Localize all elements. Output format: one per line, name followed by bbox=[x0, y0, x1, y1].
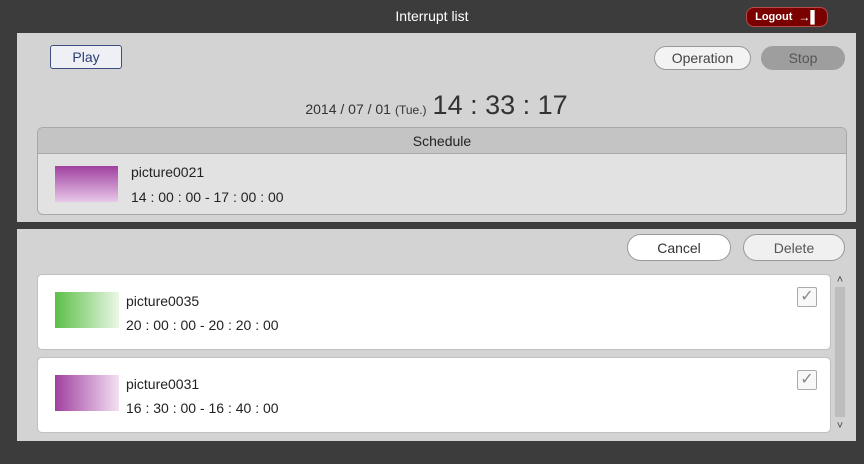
chevron-up-icon[interactable]: ˄ bbox=[832, 273, 848, 287]
clock-date: 2014 / 07 / 01 bbox=[305, 101, 391, 117]
item-name: picture0031 bbox=[126, 376, 200, 392]
operation-button[interactable]: Operation bbox=[654, 46, 751, 70]
delete-button[interactable]: Delete bbox=[743, 234, 845, 261]
title-bar: Interrupt list Logout →▌ bbox=[0, 0, 864, 32]
schedule-box: Schedule picture0021 14 : 00 : 00 - 17 :… bbox=[37, 127, 847, 215]
logout-icon: →▌ bbox=[798, 10, 819, 24]
clock-weekday: (Tue.) bbox=[394, 103, 427, 117]
schedule-item-time: 14 : 00 : 00 - 17 : 00 : 00 bbox=[131, 189, 284, 205]
logout-label: Logout bbox=[755, 11, 793, 23]
schedule-header: Schedule bbox=[38, 128, 846, 154]
cancel-button[interactable]: Cancel bbox=[627, 234, 731, 261]
list-item[interactable]: picture0031 16 : 30 : 00 - 16 : 40 : 00 … bbox=[37, 357, 831, 433]
stop-button[interactable]: Stop bbox=[761, 46, 845, 70]
item-time: 20 : 00 : 00 - 20 : 20 : 00 bbox=[126, 317, 279, 333]
list-item[interactable]: picture0035 20 : 00 : 00 - 20 : 20 : 00 … bbox=[37, 274, 831, 350]
check-icon: ✓ bbox=[800, 288, 814, 305]
item-time: 16 : 30 : 00 - 16 : 40 : 00 bbox=[126, 400, 279, 416]
clock-display: 2014 / 07 / 01 (Tue.) 14 : 33 : 17 bbox=[17, 90, 856, 121]
schedule-thumbnail bbox=[55, 166, 118, 202]
clock-time: 14 : 33 : 17 bbox=[432, 90, 568, 120]
item-thumbnail bbox=[55, 375, 119, 411]
item-name: picture0035 bbox=[126, 293, 200, 309]
logout-button[interactable]: Logout →▌ bbox=[746, 7, 828, 27]
play-button[interactable]: Play bbox=[50, 45, 122, 69]
schedule-item-name: picture0021 bbox=[131, 164, 205, 180]
interrupt-list-panel: Cancel Delete picture0035 20 : 00 : 00 -… bbox=[17, 229, 856, 441]
item-checkbox[interactable]: ✓ bbox=[797, 370, 817, 390]
item-checkbox[interactable]: ✓ bbox=[797, 287, 817, 307]
list-scrollbar[interactable]: ˄ ˅ bbox=[832, 273, 848, 433]
chevron-down-icon[interactable]: ˅ bbox=[832, 419, 848, 433]
item-thumbnail bbox=[55, 292, 119, 328]
playback-panel: Play Operation Stop 2014 / 07 / 01 (Tue.… bbox=[17, 33, 856, 222]
page-title: Interrupt list bbox=[395, 8, 469, 24]
scroll-track[interactable] bbox=[835, 287, 845, 417]
check-icon: ✓ bbox=[800, 371, 814, 388]
